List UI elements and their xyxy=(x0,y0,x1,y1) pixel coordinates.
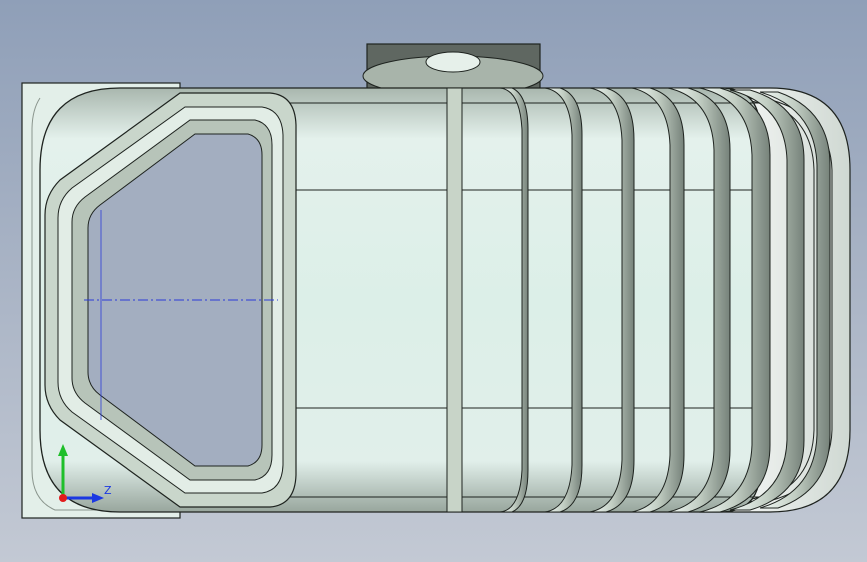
y-axis-arrowhead xyxy=(58,444,68,456)
rib xyxy=(446,87,463,513)
z-axis-label: Z xyxy=(104,484,112,497)
x-axis-origin xyxy=(59,494,67,502)
z-axis-arrowhead xyxy=(92,493,104,503)
axis-triad: Z xyxy=(58,444,112,503)
cad-viewport[interactable] xyxy=(0,0,867,562)
